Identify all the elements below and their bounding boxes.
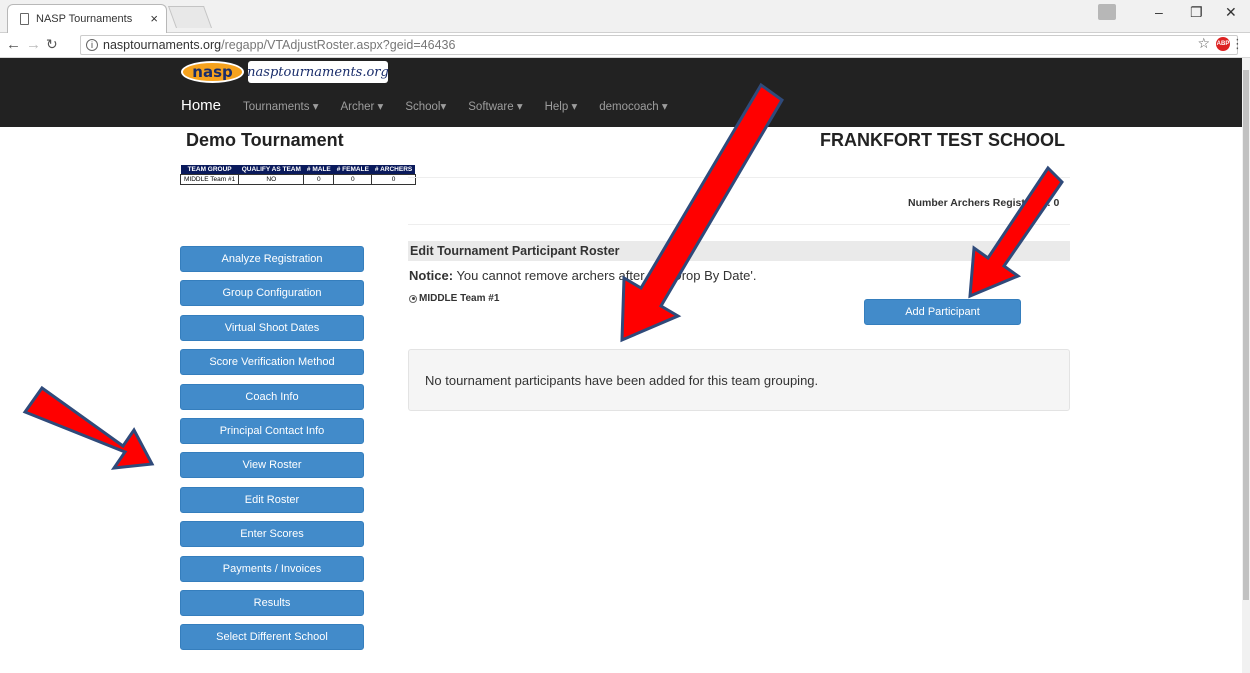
notice-text: Notice: You cannot remove archers after … [409, 268, 756, 283]
col-female: # FEMALE [333, 165, 372, 175]
results-button[interactable]: Results [180, 589, 364, 616]
enter-scores-button[interactable]: Enter Scores [180, 521, 364, 548]
nav-school[interactable]: School▾ [405, 99, 446, 113]
close-window-icon[interactable]: ✕ [1225, 4, 1237, 21]
minimize-icon[interactable]: – [1155, 4, 1163, 20]
forward-icon[interactable]: → [26, 36, 41, 53]
tournament-title: Demo Tournament [186, 130, 344, 150]
edit-roster-button[interactable]: Edit Roster [180, 486, 364, 513]
back-icon[interactable]: ← [6, 36, 21, 53]
panel-title: Edit Tournament Participant Roster [408, 241, 1070, 261]
score-verification-method-button[interactable]: Score Verification Method [180, 349, 364, 376]
sidebar-menu: Analyze Registration Group Configuration… [180, 246, 364, 659]
cell-female: 0 [333, 174, 373, 185]
col-male: # MALE [303, 165, 334, 175]
restore-icon[interactable]: ❐ [1190, 4, 1203, 21]
col-qualify: QUALIFY AS TEAM [238, 165, 304, 175]
info-icon[interactable]: i [86, 39, 98, 51]
view-roster-button[interactable]: View Roster [180, 452, 364, 479]
cell-qualify: NO [238, 174, 305, 185]
nav-user-menu[interactable]: democoach ▾ [599, 99, 667, 113]
col-team-group: TEAM GROUP [180, 165, 239, 175]
site-domain-logo[interactable]: nasptournaments.org [247, 61, 389, 83]
select-different-school-button[interactable]: Select Different School [180, 624, 364, 651]
nasp-logo[interactable]: nasp [181, 61, 244, 83]
nav-help[interactable]: Help ▾ [545, 99, 578, 113]
payments-invoices-button[interactable]: Payments / Invoices [180, 555, 364, 582]
nav-archer[interactable]: Archer ▾ [340, 99, 383, 113]
bookmark-star-icon[interactable]: ☆ [1197, 35, 1210, 52]
url-path: /regapp/VTAdjustRoster.aspx?geid=46436 [221, 38, 456, 52]
tab-title: NASP Tournaments [36, 13, 133, 25]
team-option-label: MIDDLE Team #1 [419, 293, 500, 304]
team-summary-table: TEAM GROUP QUALIFY AS TEAM # MALE # FEMA… [179, 165, 416, 185]
coach-info-button[interactable]: Coach Info [180, 383, 364, 410]
divider [408, 224, 1070, 225]
nav-software[interactable]: Software ▾ [468, 99, 522, 113]
site-navbar: nasp nasptournaments.org Home Tournament… [0, 58, 1242, 127]
new-tab-button[interactable] [167, 6, 213, 28]
arrow-icon [22, 385, 155, 470]
browser-tab-bar: NASP Tournaments × – ❐ ✕ [0, 0, 1250, 33]
reload-icon[interactable]: ↻ [46, 36, 58, 53]
col-archers: # ARCHERS [371, 165, 416, 175]
browser-toolbar: ← → ↻ i nasptournaments.org/regapp/VTAdj… [0, 33, 1250, 58]
notice-label: Notice: [409, 268, 454, 283]
analyze-registration-button[interactable]: Analyze Registration [180, 246, 364, 272]
number-archers-registered: Number Archers Registered: 0 [908, 197, 1060, 209]
empty-roster-message: No tournament participants have been add… [408, 349, 1070, 411]
page-icon [20, 13, 29, 25]
virtual-shoot-dates-button[interactable]: Virtual Shoot Dates [180, 314, 364, 341]
cell-male: 0 [303, 174, 335, 185]
nav-home[interactable]: Home [181, 97, 221, 114]
notice-message: You cannot remove archers after the 'Dro… [453, 268, 757, 283]
table-header-row: TEAM GROUP QUALIFY AS TEAM # MALE # FEMA… [180, 165, 416, 175]
adblock-icon[interactable]: ABP [1216, 37, 1230, 51]
add-participant-button[interactable]: Add Participant [864, 299, 1021, 325]
divider [408, 177, 1070, 178]
url-host: nasptournaments.org [103, 38, 222, 52]
radio-selected-icon[interactable] [409, 294, 417, 303]
table-row: MIDDLE Team #1 NO 0 0 0 [179, 174, 416, 185]
team-radio-option[interactable]: MIDDLE Team #1 [409, 293, 499, 304]
school-title: FRANKFORT TEST SCHOOL [820, 130, 1065, 150]
scrollbar-thumb[interactable] [1243, 70, 1249, 600]
group-configuration-button[interactable]: Group Configuration [180, 280, 364, 307]
browser-tab[interactable]: NASP Tournaments × [7, 4, 167, 33]
tab-close-icon[interactable]: × [150, 11, 158, 26]
principal-contact-info-button[interactable]: Principal Contact Info [180, 417, 364, 444]
nav-tournaments[interactable]: Tournaments ▾ [243, 99, 318, 113]
cell-archers: 0 [371, 174, 416, 185]
arrow-icon [968, 165, 1064, 299]
cell-team-group: MIDDLE Team #1 [179, 174, 240, 185]
profile-icon[interactable] [1098, 4, 1116, 20]
browser-menu-icon[interactable]: ⋮ [1231, 36, 1244, 52]
address-bar[interactable]: i nasptournaments.org/regapp/VTAdjustRos… [80, 35, 1238, 55]
nav-links: Home Tournaments ▾ Archer ▾ School▾ Soft… [181, 97, 690, 114]
